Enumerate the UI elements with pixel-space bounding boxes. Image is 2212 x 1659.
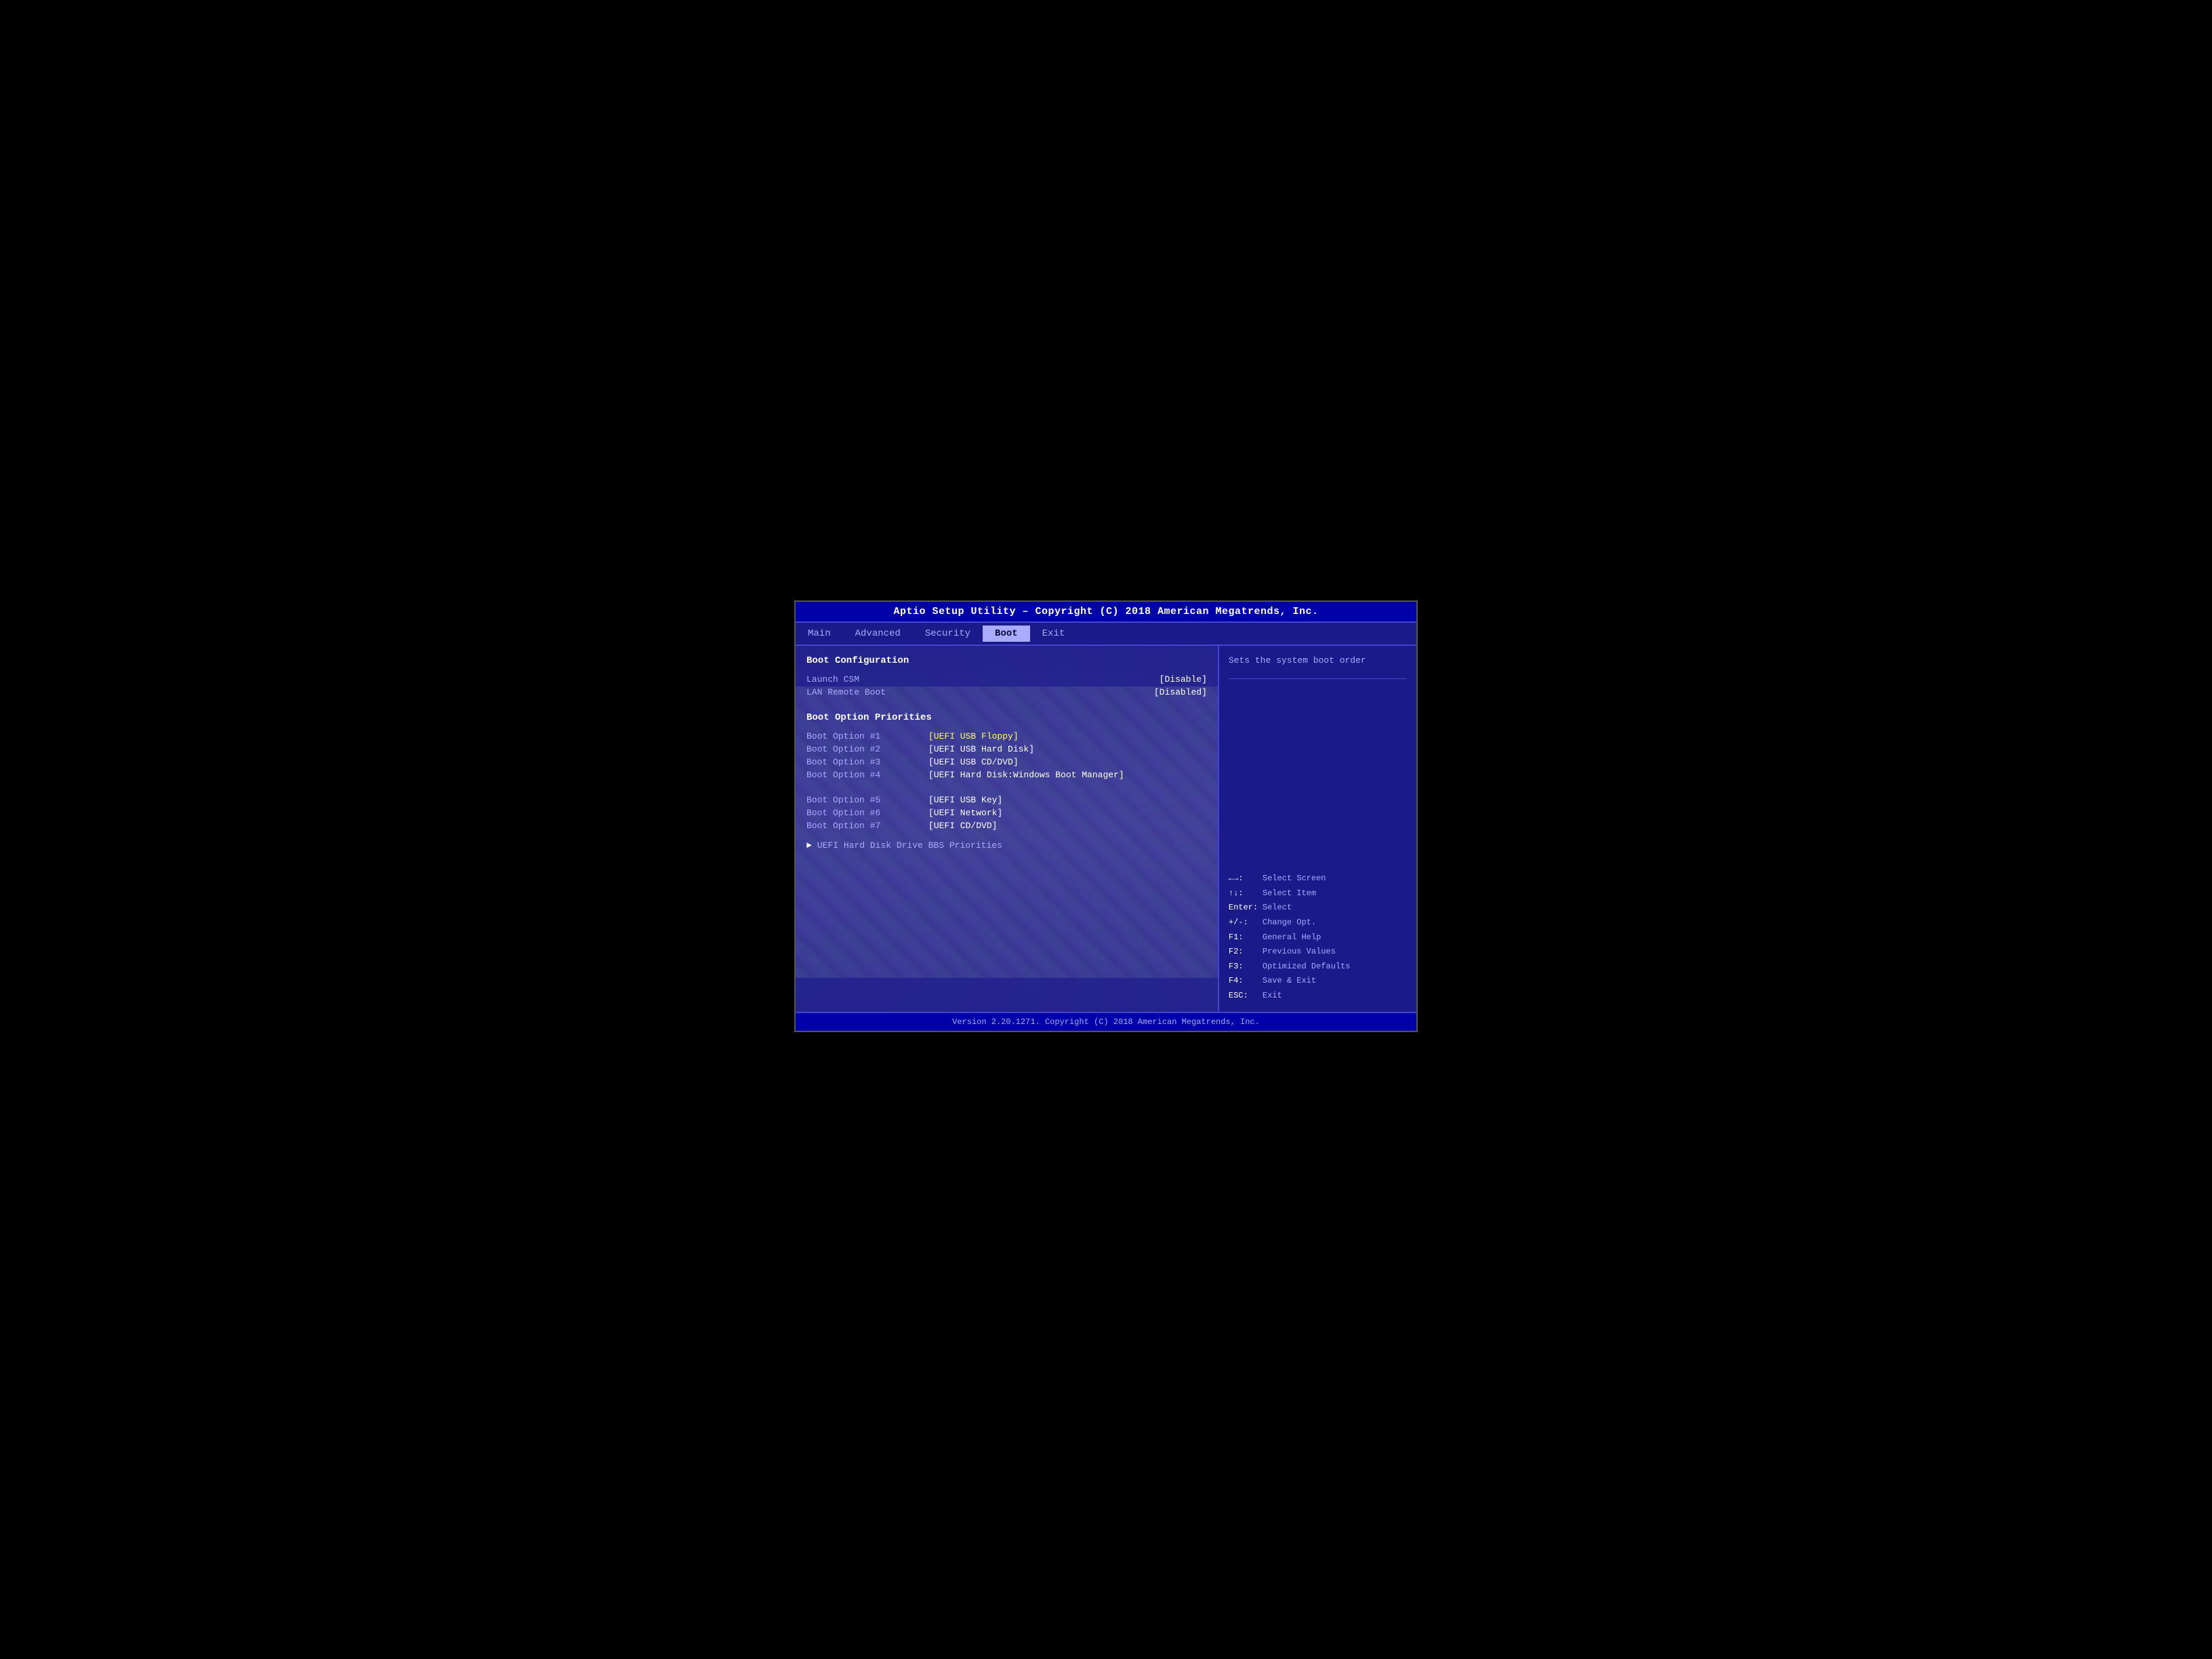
- boot-option-7-row[interactable]: Boot Option #7 [UEFI CD/DVD]: [806, 821, 1207, 831]
- boot-option-3-label: Boot Option #3: [806, 757, 928, 767]
- key-f4: F4:: [1229, 974, 1263, 989]
- section-title: Boot Configuration: [806, 655, 1207, 666]
- launch-csm-row[interactable]: Launch CSM [Disable]: [806, 674, 1207, 684]
- desc-change-opt: Change Opt.: [1263, 916, 1316, 930]
- boot-option-1-label: Boot Option #1: [806, 731, 928, 741]
- shortcut-esc: ESC: Exit: [1229, 989, 1407, 1004]
- desc-f2: Previous Values: [1263, 945, 1336, 960]
- desc-f1: General Help: [1263, 930, 1321, 945]
- lan-remote-boot-row[interactable]: LAN Remote Boot [Disabled]: [806, 687, 1207, 697]
- nav-security[interactable]: Security: [913, 626, 983, 642]
- boot-option-2-value: [UEFI USB Hard Disk]: [928, 744, 1034, 754]
- boot-option-3-value: [UEFI USB CD/DVD]: [928, 757, 1019, 767]
- bios-footer: Version 2.20.1271. Copyright (C) 2018 Am…: [796, 1012, 1416, 1031]
- desc-f4: Save & Exit: [1263, 974, 1316, 989]
- launch-csm-value: [Disable]: [1160, 674, 1207, 684]
- boot-priorities-title: Boot Option Priorities: [806, 712, 1207, 723]
- desc-select-item: Select Item: [1263, 886, 1316, 901]
- shortcut-change-opt: +/-: Change Opt.: [1229, 916, 1407, 930]
- shortcut-select-screen: ←→: Select Screen: [1229, 872, 1407, 886]
- key-f3: F3:: [1229, 960, 1263, 975]
- key-enter: Enter:: [1229, 901, 1263, 916]
- boot-option-5-row[interactable]: Boot Option #5 [UEFI USB Key]: [806, 795, 1207, 805]
- shortcut-enter-select: Enter: Select: [1229, 901, 1407, 916]
- key-select-item: ↑↓:: [1229, 886, 1263, 901]
- uefi-hdd-bbs-submenu[interactable]: ► UEFI Hard Disk Drive BBS Priorities: [806, 840, 1207, 851]
- help-divider: [1229, 678, 1407, 679]
- key-change-opt: +/-:: [1229, 916, 1263, 930]
- boot-option-4-label: Boot Option #4: [806, 770, 928, 780]
- submenu-label: UEFI Hard Disk Drive BBS Priorities: [817, 840, 1002, 851]
- boot-option-7-value: [UEFI CD/DVD]: [928, 821, 997, 831]
- boot-option-3-row[interactable]: Boot Option #3 [UEFI USB CD/DVD]: [806, 757, 1207, 767]
- nav-advanced[interactable]: Advanced: [843, 626, 913, 642]
- nav-exit[interactable]: Exit: [1030, 626, 1078, 642]
- shortcut-f4: F4: Save & Exit: [1229, 974, 1407, 989]
- nav-boot[interactable]: Boot: [983, 626, 1030, 642]
- boot-option-6-row[interactable]: Boot Option #6 [UEFI Network]: [806, 808, 1207, 818]
- boot-option-6-value: [UEFI Network]: [928, 808, 1002, 818]
- desc-select-screen: Select Screen: [1263, 872, 1326, 886]
- boot-option-2-row[interactable]: Boot Option #2 [UEFI USB Hard Disk]: [806, 744, 1207, 754]
- main-panel: Boot Configuration Launch CSM [Disable] …: [796, 646, 1218, 1012]
- nav-main[interactable]: Main: [796, 626, 843, 642]
- boot-option-1-value: [UEFI USB Floppy]: [928, 731, 1019, 741]
- boot-option-4-row[interactable]: Boot Option #4 [UEFI Hard Disk:Windows B…: [806, 770, 1207, 780]
- boot-option-5-label: Boot Option #5: [806, 795, 928, 805]
- submenu-arrow-icon: ►: [806, 840, 812, 851]
- boot-option-1-row[interactable]: Boot Option #1 [UEFI USB Floppy]: [806, 731, 1207, 741]
- boot-option-6-label: Boot Option #6: [806, 808, 928, 818]
- nav-bar: Main Advanced Security Boot Exit: [796, 623, 1416, 646]
- content-area: Boot Configuration Launch CSM [Disable] …: [796, 646, 1416, 1012]
- desc-esc: Exit: [1263, 989, 1282, 1004]
- bios-header: Aptio Setup Utility – Copyright (C) 2018…: [796, 602, 1416, 623]
- shortcut-f3: F3: Optimized Defaults: [1229, 960, 1407, 975]
- key-select-screen: ←→:: [1229, 872, 1263, 886]
- desc-enter: Select: [1263, 901, 1292, 916]
- key-f1: F1:: [1229, 930, 1263, 945]
- shortcut-f2: F2: Previous Values: [1229, 945, 1407, 960]
- right-panel: Sets the system boot order ←→: Select Sc…: [1218, 646, 1416, 1012]
- lan-remote-boot-value: [Disabled]: [1154, 687, 1207, 697]
- shortcut-list: ←→: Select Screen ↑↓: Select Item Enter:…: [1229, 872, 1407, 1003]
- key-f2: F2:: [1229, 945, 1263, 960]
- shortcut-f1: F1: General Help: [1229, 930, 1407, 945]
- shortcut-select-item: ↑↓: Select Item: [1229, 886, 1407, 901]
- boot-option-5-value: [UEFI USB Key]: [928, 795, 1002, 805]
- boot-option-4-value: [UEFI Hard Disk:Windows Boot Manager]: [928, 770, 1124, 780]
- boot-option-7-label: Boot Option #7: [806, 821, 928, 831]
- boot-option-2-label: Boot Option #2: [806, 744, 928, 754]
- desc-f3: Optimized Defaults: [1263, 960, 1351, 975]
- help-text: Sets the system boot order: [1229, 654, 1407, 668]
- lan-remote-boot-label: LAN Remote Boot: [806, 687, 886, 697]
- key-esc: ESC:: [1229, 989, 1263, 1004]
- launch-csm-label: Launch CSM: [806, 674, 859, 684]
